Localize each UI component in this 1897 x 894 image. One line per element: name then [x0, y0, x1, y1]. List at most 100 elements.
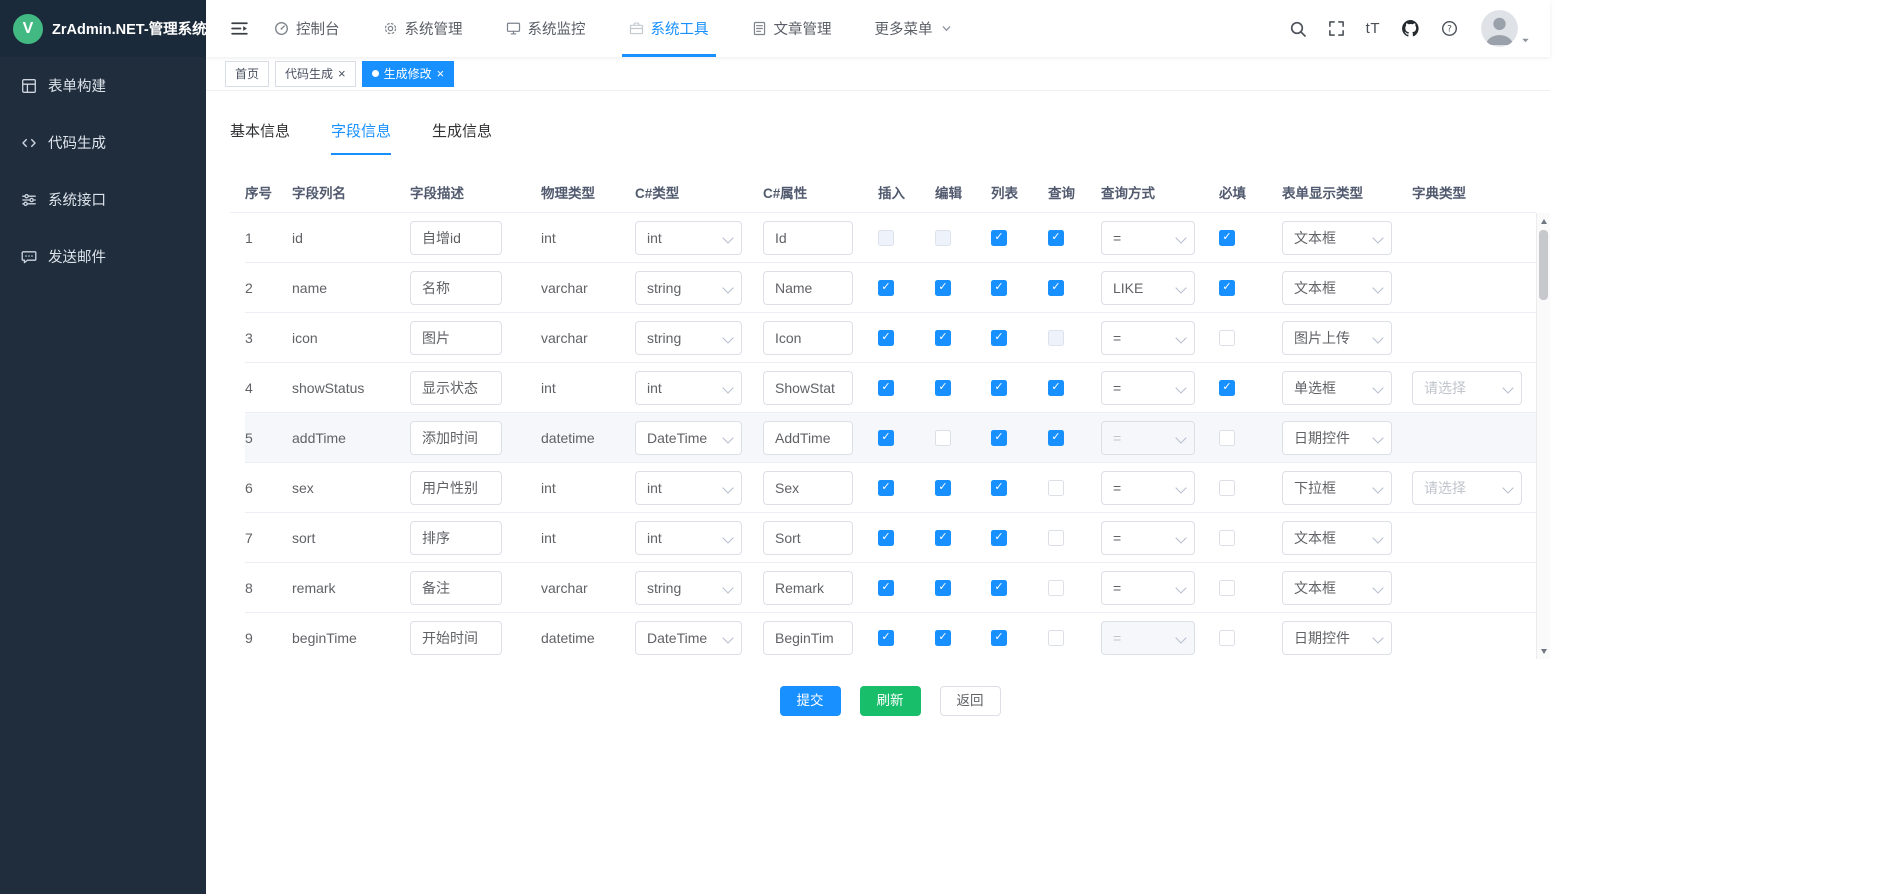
description-input[interactable]	[410, 471, 502, 505]
description-input[interactable]	[410, 371, 502, 405]
required-checkbox[interactable]	[1219, 330, 1235, 346]
cs-type-select[interactable]: int	[635, 471, 742, 505]
list-checkbox[interactable]	[991, 580, 1007, 596]
insert-checkbox[interactable]	[878, 280, 894, 296]
required-checkbox[interactable]	[1219, 580, 1235, 596]
search-icon[interactable]	[1287, 18, 1309, 40]
fullscreen-icon[interactable]	[1326, 18, 1347, 39]
query-mode-select[interactable]: =	[1101, 221, 1195, 255]
tab-generate-info[interactable]: 生成信息	[432, 111, 492, 155]
query-mode-select[interactable]: =	[1101, 321, 1195, 355]
list-checkbox[interactable]	[991, 280, 1007, 296]
scroll-up-arrow[interactable]	[1537, 214, 1550, 228]
collapse-sidebar-button[interactable]	[226, 0, 253, 57]
description-input[interactable]	[410, 621, 502, 655]
description-input[interactable]	[410, 271, 502, 305]
edit-checkbox[interactable]	[935, 630, 951, 646]
display-type-select[interactable]: 日期控件	[1282, 421, 1392, 455]
query-checkbox[interactable]	[1048, 480, 1064, 496]
list-checkbox[interactable]	[991, 480, 1007, 496]
edit-checkbox[interactable]	[935, 280, 951, 296]
query-checkbox[interactable]	[1048, 280, 1064, 296]
query-checkbox[interactable]	[1048, 430, 1064, 446]
query-checkbox[interactable]	[1048, 580, 1064, 596]
cs-type-select[interactable]: string	[635, 271, 742, 305]
sidebar-item-send-mail[interactable]: 发送邮件	[0, 228, 206, 285]
close-icon[interactable]	[338, 67, 346, 80]
insert-checkbox[interactable]	[878, 430, 894, 446]
display-type-select[interactable]: 文本框	[1282, 271, 1392, 305]
query-checkbox[interactable]	[1048, 230, 1064, 246]
tab-field-info[interactable]: 字段信息	[331, 111, 391, 155]
nav-item-article-manage[interactable]: 文章管理	[747, 0, 837, 57]
list-checkbox[interactable]	[991, 230, 1007, 246]
cs-property-input[interactable]	[763, 571, 853, 605]
query-checkbox[interactable]	[1048, 380, 1064, 396]
query-mode-select[interactable]: =	[1101, 371, 1195, 405]
query-mode-select[interactable]: LIKE	[1101, 271, 1195, 305]
dict-type-select[interactable]: 请选择	[1412, 371, 1522, 405]
cs-type-select[interactable]: string	[635, 571, 742, 605]
required-checkbox[interactable]	[1219, 630, 1235, 646]
tags-view-tab[interactable]: 首页	[225, 61, 269, 87]
query-mode-select[interactable]: =	[1101, 521, 1195, 555]
description-input[interactable]	[410, 221, 502, 255]
insert-checkbox[interactable]	[878, 530, 894, 546]
edit-checkbox[interactable]	[935, 480, 951, 496]
cs-type-select[interactable]: int	[635, 521, 742, 555]
cs-property-input[interactable]	[763, 271, 853, 305]
required-checkbox[interactable]	[1219, 430, 1235, 446]
edit-checkbox[interactable]	[935, 330, 951, 346]
edit-checkbox[interactable]	[935, 380, 951, 396]
sidebar-item-system-api[interactable]: 系统接口	[0, 171, 206, 228]
edit-checkbox[interactable]	[935, 580, 951, 596]
description-input[interactable]	[410, 571, 502, 605]
display-type-select[interactable]: 文本框	[1282, 571, 1392, 605]
user-menu[interactable]	[1477, 10, 1530, 47]
font-size-icon[interactable]	[1364, 18, 1382, 39]
cs-property-input[interactable]	[763, 421, 853, 455]
scrollbar-thumb[interactable]	[1539, 230, 1548, 300]
tab-basic-info[interactable]: 基本信息	[230, 111, 290, 155]
edit-checkbox[interactable]	[935, 430, 951, 446]
description-input[interactable]	[410, 521, 502, 555]
insert-checkbox[interactable]	[878, 380, 894, 396]
help-icon[interactable]: ?	[1439, 18, 1460, 39]
query-mode-select[interactable]: =	[1101, 571, 1195, 605]
insert-checkbox[interactable]	[878, 580, 894, 596]
sidebar-item-code-gen[interactable]: 代码生成	[0, 114, 206, 171]
insert-checkbox[interactable]	[878, 480, 894, 496]
scroll-down-arrow[interactable]	[1537, 644, 1550, 658]
insert-checkbox[interactable]	[878, 630, 894, 646]
nav-item-system-tools[interactable]: 系统工具	[624, 0, 714, 57]
nav-item-system-manage[interactable]: 系统管理	[378, 0, 468, 57]
insert-checkbox[interactable]	[878, 330, 894, 346]
required-checkbox[interactable]	[1219, 380, 1235, 396]
display-type-select[interactable]: 日期控件	[1282, 621, 1392, 655]
cs-type-select[interactable]: string	[635, 321, 742, 355]
display-type-select[interactable]: 文本框	[1282, 521, 1392, 555]
description-input[interactable]	[410, 321, 502, 355]
display-type-select[interactable]: 图片上传	[1282, 321, 1392, 355]
cs-property-input[interactable]	[763, 221, 853, 255]
cs-property-input[interactable]	[763, 371, 853, 405]
cs-type-select[interactable]: DateTime	[635, 621, 742, 655]
cs-type-select[interactable]: int	[635, 371, 742, 405]
list-checkbox[interactable]	[991, 630, 1007, 646]
display-type-select[interactable]: 下拉框	[1282, 471, 1392, 505]
list-checkbox[interactable]	[991, 530, 1007, 546]
edit-checkbox[interactable]	[935, 530, 951, 546]
list-checkbox[interactable]	[991, 430, 1007, 446]
display-type-select[interactable]: 单选框	[1282, 371, 1392, 405]
list-checkbox[interactable]	[991, 380, 1007, 396]
required-checkbox[interactable]	[1219, 480, 1235, 496]
query-checkbox[interactable]	[1048, 630, 1064, 646]
required-checkbox[interactable]	[1219, 230, 1235, 246]
required-checkbox[interactable]	[1219, 530, 1235, 546]
list-checkbox[interactable]	[991, 330, 1007, 346]
cs-property-input[interactable]	[763, 521, 853, 555]
refresh-button[interactable]: 刷新	[860, 686, 921, 716]
nav-item-system-monitor[interactable]: 系统监控	[501, 0, 591, 57]
github-icon[interactable]	[1399, 17, 1422, 40]
cs-property-input[interactable]	[763, 321, 853, 355]
